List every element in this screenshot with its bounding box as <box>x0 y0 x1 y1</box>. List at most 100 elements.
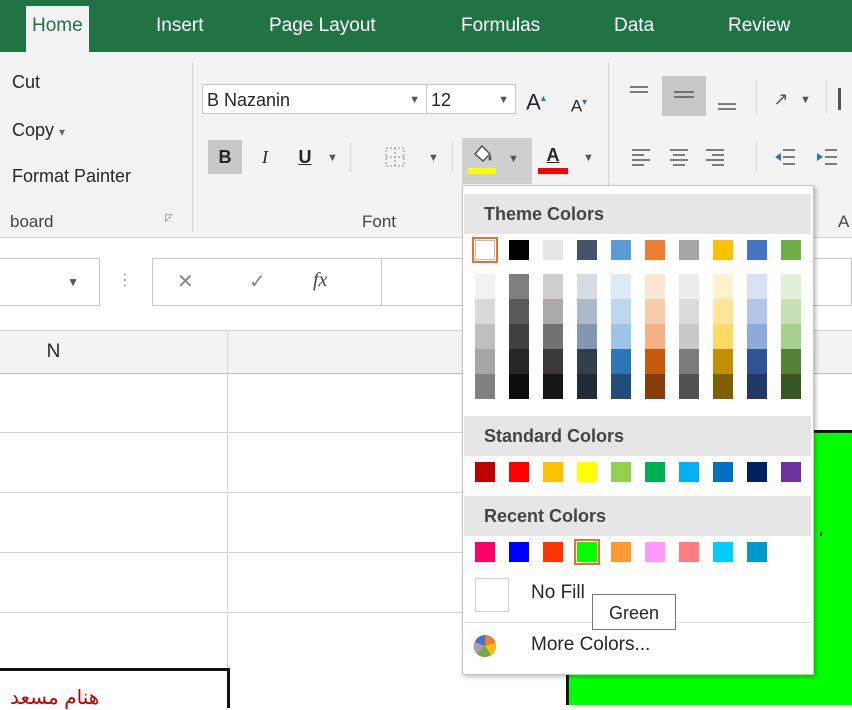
recent-color-swatch[interactable] <box>475 542 495 562</box>
orientation-dropdown-icon[interactable]: ▼ <box>800 94 811 106</box>
copy-button[interactable]: Copy ▾ <box>12 120 65 141</box>
tab-review[interactable]: Review <box>722 0 796 52</box>
name-box[interactable]: ▼ <box>0 258 100 306</box>
theme-color-swatch[interactable] <box>747 240 767 260</box>
bottom-align-button[interactable] <box>710 84 744 118</box>
standard-color-swatch[interactable] <box>713 462 733 482</box>
theme-tint-swatch[interactable] <box>781 274 801 299</box>
chevron-down-icon[interactable]: ▼ <box>67 275 79 289</box>
tab-home[interactable]: Home <box>26 6 89 52</box>
font-name-combo[interactable]: B Nazanin ▼ <box>202 84 427 114</box>
theme-tint-swatch[interactable] <box>781 349 801 374</box>
theme-tint-swatch[interactable] <box>543 374 563 399</box>
recent-color-swatch[interactable] <box>509 542 529 562</box>
theme-tint-swatch[interactable] <box>543 324 563 349</box>
theme-tint-swatch[interactable] <box>747 349 767 374</box>
theme-tint-swatch[interactable] <box>713 324 733 349</box>
recent-color-swatch[interactable] <box>543 542 563 562</box>
theme-tint-swatch[interactable] <box>509 274 529 299</box>
theme-tint-swatch[interactable] <box>645 374 665 399</box>
theme-tint-swatch[interactable] <box>679 374 699 399</box>
theme-tint-swatch[interactable] <box>577 299 597 324</box>
increase-indent-button[interactable] <box>812 140 842 174</box>
theme-tint-swatch[interactable] <box>611 274 631 299</box>
middle-align-button[interactable] <box>662 76 706 116</box>
theme-tint-swatch[interactable] <box>747 299 767 324</box>
tab-data[interactable]: Data <box>608 0 660 52</box>
chevron-down-icon[interactable]: ▼ <box>409 85 420 115</box>
font-color-dropdown-icon[interactable]: ▼ <box>583 152 594 164</box>
recent-color-swatch[interactable] <box>574 539 600 565</box>
align-left-button[interactable] <box>626 140 656 174</box>
theme-tint-swatch[interactable] <box>781 374 801 399</box>
theme-tint-swatch[interactable] <box>645 274 665 299</box>
tab-insert[interactable]: Insert <box>150 0 210 52</box>
theme-color-swatch[interactable] <box>713 240 733 260</box>
theme-tint-swatch[interactable] <box>475 349 495 374</box>
theme-tint-swatch[interactable] <box>509 374 529 399</box>
theme-tint-swatch[interactable] <box>543 299 563 324</box>
column-header-n[interactable]: N <box>0 331 227 374</box>
theme-color-swatch[interactable] <box>645 240 665 260</box>
theme-tint-swatch[interactable] <box>645 324 665 349</box>
theme-color-swatch[interactable] <box>472 237 498 263</box>
tab-page-layout[interactable]: Page Layout <box>263 0 382 52</box>
align-center-button[interactable] <box>664 140 694 174</box>
chevron-down-icon[interactable]: ▼ <box>498 85 509 115</box>
shrink-font-button[interactable]: A▾ <box>566 86 592 120</box>
orientation-button[interactable]: ↗ <box>764 82 798 116</box>
align-right-button[interactable] <box>700 140 730 174</box>
standard-color-swatch[interactable] <box>747 462 767 482</box>
underline-button[interactable]: U <box>290 140 320 174</box>
theme-tint-swatch[interactable] <box>475 299 495 324</box>
top-align-button[interactable] <box>622 78 656 112</box>
cancel-icon[interactable]: ✕ <box>177 269 194 294</box>
standard-color-swatch[interactable] <box>781 462 801 482</box>
recent-color-swatch[interactable] <box>679 542 699 562</box>
standard-color-swatch[interactable] <box>543 462 563 482</box>
borders-dropdown-icon[interactable]: ▼ <box>428 152 439 164</box>
wrap-text-button[interactable] <box>838 82 852 116</box>
theme-tint-swatch[interactable] <box>679 299 699 324</box>
fill-color-dropdown-icon[interactable]: ▼ <box>508 142 519 176</box>
theme-tint-swatch[interactable] <box>577 324 597 349</box>
theme-tint-swatch[interactable] <box>747 374 767 399</box>
bordered-cell[interactable]: هنام مسعد <box>0 668 230 709</box>
theme-tint-swatch[interactable] <box>713 374 733 399</box>
theme-tint-swatch[interactable] <box>679 324 699 349</box>
recent-color-swatch[interactable] <box>747 542 767 562</box>
font-size-combo[interactable]: 12 ▼ <box>426 84 516 114</box>
theme-tint-swatch[interactable] <box>611 349 631 374</box>
theme-tint-swatch[interactable] <box>781 324 801 349</box>
enter-icon[interactable]: ✓ <box>249 269 266 294</box>
theme-color-swatch[interactable] <box>611 240 631 260</box>
theme-tint-swatch[interactable] <box>679 274 699 299</box>
format-painter-button[interactable]: Format Painter <box>12 166 131 187</box>
tab-formulas[interactable]: Formulas <box>455 0 546 52</box>
theme-color-swatch[interactable] <box>781 240 801 260</box>
theme-tint-swatch[interactable] <box>543 274 563 299</box>
borders-button[interactable] <box>380 140 410 174</box>
theme-tint-swatch[interactable] <box>611 299 631 324</box>
theme-tint-swatch[interactable] <box>577 374 597 399</box>
theme-tint-swatch[interactable] <box>645 299 665 324</box>
theme-tint-swatch[interactable] <box>611 324 631 349</box>
cut-button[interactable]: Cut <box>12 72 40 93</box>
insert-function-icon[interactable]: fx <box>313 269 327 292</box>
standard-color-swatch[interactable] <box>475 462 495 482</box>
recent-color-swatch[interactable] <box>645 542 665 562</box>
grow-font-button[interactable]: A▴ <box>522 82 550 116</box>
theme-tint-swatch[interactable] <box>713 299 733 324</box>
theme-tint-swatch[interactable] <box>475 274 495 299</box>
clipboard-dialog-launcher-icon[interactable]: ◸ <box>165 213 173 224</box>
theme-tint-swatch[interactable] <box>713 349 733 374</box>
more-colors-option[interactable]: More Colors... <box>531 634 650 656</box>
theme-tint-swatch[interactable] <box>781 299 801 324</box>
theme-tint-swatch[interactable] <box>645 349 665 374</box>
standard-color-swatch[interactable] <box>679 462 699 482</box>
theme-tint-swatch[interactable] <box>577 349 597 374</box>
recent-color-swatch[interactable] <box>611 542 631 562</box>
theme-tint-swatch[interactable] <box>509 299 529 324</box>
copy-dropdown-arrow[interactable]: ▾ <box>59 125 65 139</box>
no-fill-option[interactable]: No Fill <box>531 582 585 604</box>
